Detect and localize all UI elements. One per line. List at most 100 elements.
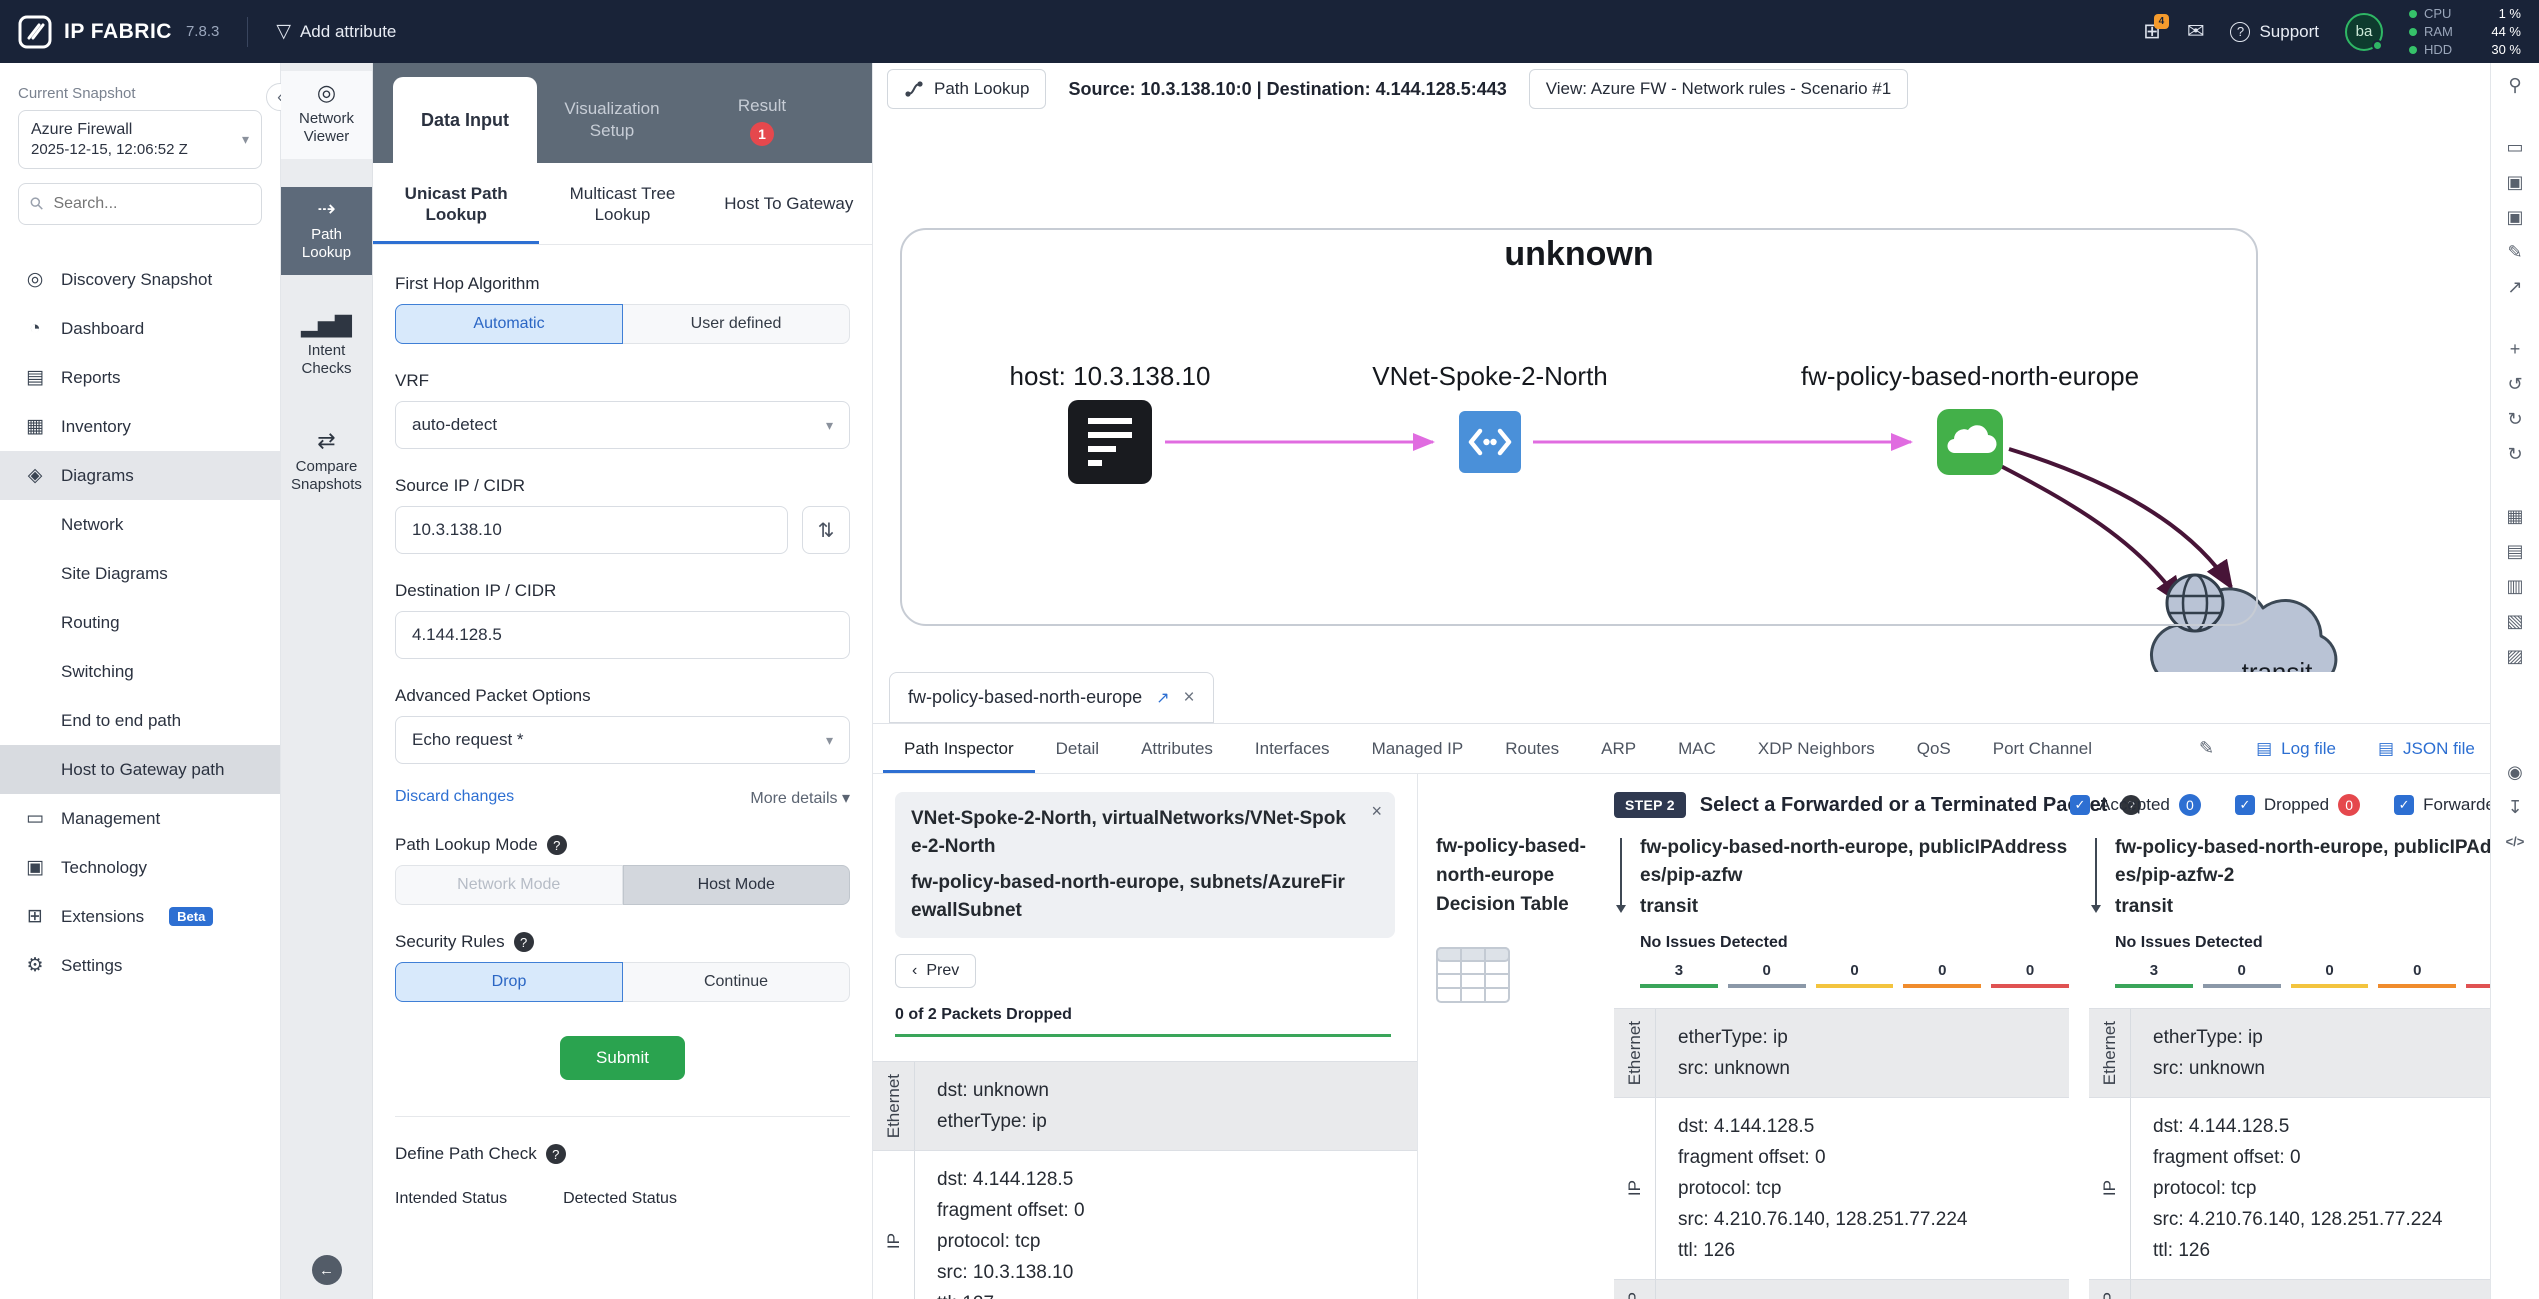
more-details-link[interactable]: More details ▾ — [750, 788, 850, 808]
tab-routes[interactable]: Routes — [1484, 724, 1580, 773]
view-scenario-button[interactable]: View: Azure FW - Network rules - Scenari… — [1529, 69, 1908, 109]
forwarded-packet-card[interactable]: fw-policy-based-north-europe, publicIPAd… — [1614, 834, 2069, 1299]
advanced-packet-options-select[interactable]: Echo request * ▾ — [395, 716, 850, 764]
sidebar-item-dashboard[interactable]: ◔ Dashboard — [0, 304, 280, 353]
tool-network-viewer[interactable]: ◎ Network Viewer — [281, 71, 372, 159]
folder-icon[interactable]: ▭ — [2506, 137, 2523, 157]
sidebar-item-settings[interactable]: ⚙ Settings — [0, 941, 280, 990]
tab-attributes[interactable]: Attributes — [1120, 724, 1234, 773]
prev-button[interactable]: ‹ Prev — [895, 954, 976, 988]
filter-accepted[interactable]: ✓ Accepted 0 — [2070, 794, 2201, 816]
tab-managed-ip[interactable]: Managed IP — [1351, 724, 1485, 773]
filter-forwarded[interactable]: ✓ Forwarded 0 — [2394, 794, 2490, 816]
sidebar-item-switching[interactable]: Switching — [0, 647, 280, 696]
log-file-link[interactable]: ▤ Log file — [2256, 739, 2336, 759]
save-as-icon[interactable]: ▣ — [2506, 207, 2523, 227]
user-defined-button[interactable]: User defined — [623, 304, 850, 344]
layout-grid-icon[interactable]: ▦ — [2506, 506, 2523, 526]
tool-compare-snapshots[interactable]: ⇄ Compare Snapshots — [281, 419, 372, 507]
discard-changes-link[interactable]: Discard changes — [395, 788, 514, 808]
firewall-node-icon[interactable] — [1937, 409, 2003, 480]
redo-icon[interactable]: ↻ — [2507, 409, 2522, 429]
help-icon[interactable]: ? — [546, 1144, 566, 1164]
sidebar-search[interactable]: ⚲ — [18, 183, 262, 225]
drop-button[interactable]: Drop — [395, 962, 623, 1002]
tab-result[interactable]: Result 1 — [687, 77, 837, 163]
sidebar-item-diagrams[interactable]: ◈ Diagrams — [0, 451, 280, 500]
sidebar-item-host-to-gateway-path[interactable]: Host to Gateway path — [0, 745, 280, 794]
tab-visualization-setup[interactable]: Visualization Setup — [537, 77, 687, 163]
layout-columns-icon[interactable]: ▥ — [2506, 576, 2523, 596]
automatic-button[interactable]: Automatic — [395, 304, 623, 344]
rotate-icon[interactable]: ↻ — [2507, 444, 2522, 464]
edit-icon[interactable]: ✎ — [2507, 242, 2522, 262]
source-ip-input[interactable] — [395, 506, 788, 554]
tab-port-channel[interactable]: Port Channel — [1972, 724, 2113, 773]
layout-diagonal-icon[interactable]: ▧ — [2506, 611, 2523, 631]
tool-path-lookup[interactable]: ⇢ Path Lookup — [281, 187, 372, 275]
layout-mesh-icon[interactable]: ▨ — [2506, 646, 2523, 666]
sidebar-item-extensions[interactable]: ⊞ Extensions Beta — [0, 892, 280, 941]
decision-table-icon[interactable] — [1436, 947, 1586, 1008]
help-icon[interactable]: ? — [547, 835, 567, 855]
vnet-node-icon[interactable] — [1459, 411, 1521, 478]
integrations-icon[interactable]: ⊞ 4 — [2143, 19, 2161, 44]
tab-xdp-neighbors[interactable]: XDP Neighbors — [1737, 724, 1896, 773]
topology-canvas[interactable]: transit Path Lookup Source: 10.3.138.10:… — [873, 63, 2490, 672]
close-icon[interactable]: × — [1184, 687, 1195, 709]
collapse-panel-button[interactable]: ← — [312, 1255, 342, 1285]
sidebar-item-network[interactable]: Network — [0, 500, 280, 549]
sidebar-item-routing[interactable]: Routing — [0, 598, 280, 647]
device-tab[interactable]: fw-policy-based-north-europe ↗ × — [889, 672, 1214, 723]
host-node-icon[interactable] — [1068, 400, 1152, 489]
host-mode-button[interactable]: Host Mode — [623, 865, 851, 905]
json-file-link[interactable]: ▤ JSON file — [2378, 739, 2475, 759]
sidebar-item-site-diagrams[interactable]: Site Diagrams — [0, 549, 280, 598]
sidebar-item-inventory[interactable]: ▦ Inventory — [0, 402, 280, 451]
sidebar-item-management[interactable]: ▭ Management — [0, 794, 280, 843]
move-icon[interactable]: + — [2510, 339, 2521, 359]
continue-button[interactable]: Continue — [623, 962, 850, 1002]
save-icon[interactable]: ▣ — [2506, 172, 2523, 192]
sidebar-item-reports[interactable]: ▤ Reports — [0, 353, 280, 402]
snapshot-select[interactable]: Azure Firewall 2025-12-15, 12:06:52 Z ▾ — [18, 110, 262, 169]
tab-interfaces[interactable]: Interfaces — [1234, 724, 1351, 773]
mail-icon[interactable]: ✉ — [2187, 19, 2205, 44]
export-icon[interactable]: ↗ — [2507, 277, 2522, 297]
tab-multicast-tree-lookup[interactable]: Multicast Tree Lookup — [539, 163, 705, 244]
download-icon[interactable]: ↧ — [2507, 797, 2522, 817]
destination-ip-input[interactable] — [395, 611, 850, 659]
path-lookup-view-button[interactable]: Path Lookup — [887, 69, 1046, 109]
eye-icon[interactable]: ◉ — [2507, 762, 2523, 782]
zoom-icon[interactable]: ⚲ — [2508, 75, 2521, 95]
help-icon[interactable]: ? — [514, 932, 534, 952]
ipfabric-logo[interactable]: IP FABRIC 7.8.3 — [18, 15, 219, 49]
filter-dropped[interactable]: ✓ Dropped 0 — [2235, 794, 2360, 816]
tab-path-inspector[interactable]: Path Inspector — [883, 724, 1035, 773]
submit-button[interactable]: Submit — [560, 1036, 685, 1080]
tab-detail[interactable]: Detail — [1035, 724, 1120, 773]
user-avatar[interactable]: ba — [2345, 13, 2383, 51]
sidebar-item-technology[interactable]: ▣ Technology — [0, 843, 280, 892]
edit-icon[interactable]: ✎ — [2199, 738, 2214, 759]
sidebar-item-end-to-end-path[interactable]: End to end path — [0, 696, 280, 745]
search-input[interactable] — [53, 195, 260, 213]
close-icon[interactable]: × — [1371, 801, 1382, 822]
sidebar-item-discovery-snapshot[interactable]: ◎ Discovery Snapshot — [0, 255, 280, 304]
open-in-new-icon[interactable]: ↗ — [1156, 688, 1169, 708]
vrf-select[interactable]: auto-detect ▾ — [395, 401, 850, 449]
tab-host-to-gateway[interactable]: Host To Gateway — [706, 163, 872, 244]
tab-unicast-path-lookup[interactable]: Unicast Path Lookup — [373, 163, 539, 244]
tab-qos[interactable]: QoS — [1896, 724, 1972, 773]
forwarded-packet-card[interactable]: fw-policy-based-north-europe, publicIPAd… — [2089, 834, 2490, 1299]
swap-endpoints-button[interactable]: ⇅ — [802, 506, 850, 554]
code-icon[interactable]: </> — [2506, 832, 2525, 852]
support-button[interactable]: ? Support — [2230, 22, 2319, 42]
add-attribute-button[interactable]: ▽ Add attribute — [276, 20, 396, 43]
network-mode-button[interactable]: Network Mode — [395, 865, 623, 905]
tab-mac[interactable]: MAC — [1657, 724, 1737, 773]
undo-icon[interactable]: ↺ — [2507, 374, 2522, 394]
tab-arp[interactable]: ARP — [1580, 724, 1657, 773]
layout-rows-icon[interactable]: ▤ — [2506, 541, 2523, 561]
tool-intent-checks[interactable]: ▂▅▇ Intent Checks — [281, 303, 372, 391]
